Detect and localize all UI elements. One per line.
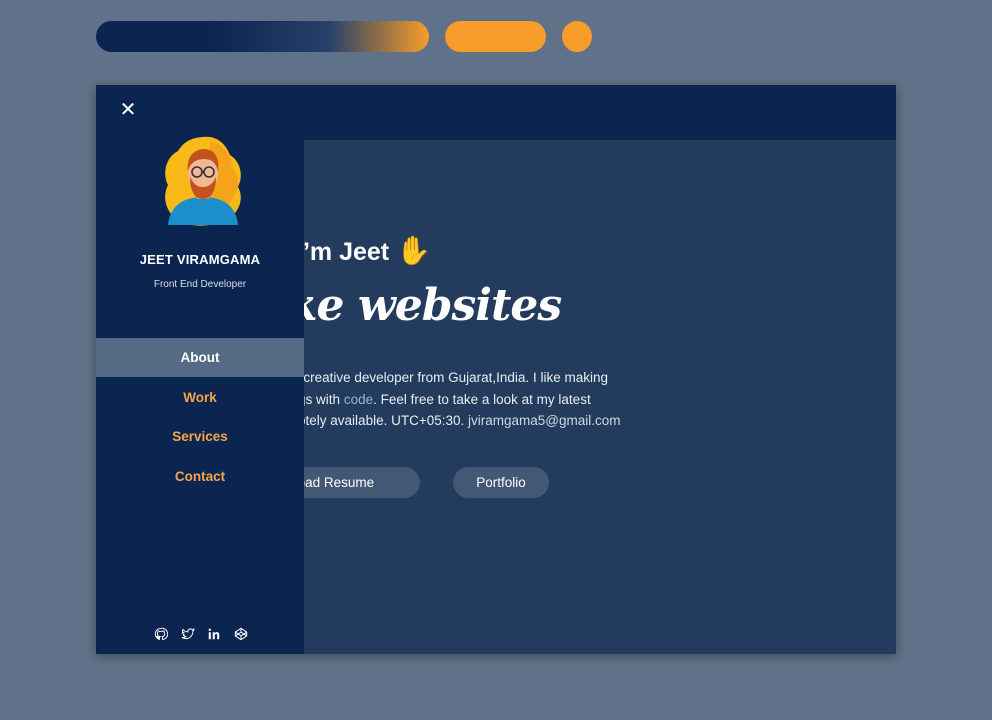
codepen-icon[interactable] <box>234 627 248 641</box>
sidebar-nav: About Work Services Contact <box>96 338 304 496</box>
decor-orange-dot <box>562 21 592 52</box>
code-link[interactable]: code <box>344 392 373 407</box>
email-link[interactable]: jviramgama5@gmail.com <box>468 413 621 428</box>
avatar <box>165 136 241 226</box>
twitter-icon[interactable] <box>181 627 195 641</box>
linkedin-icon[interactable] <box>207 627 221 641</box>
github-icon[interactable] <box>154 627 168 641</box>
sidebar: ✕ JEET VIRAMGAMA Front End Developer Abo… <box>96 85 304 654</box>
decor-gradient-pill <box>96 21 429 52</box>
browser-window: there, I’m Jeet ✋ make websites n indepe… <box>96 85 896 654</box>
profile-role: Front End Developer <box>153 279 247 290</box>
nav-item-about[interactable]: About <box>96 338 304 377</box>
profile-name: JEET VIRAMGAMA <box>139 252 261 267</box>
decor-orange-pill <box>445 21 546 52</box>
close-icon[interactable]: ✕ <box>118 100 138 120</box>
portfolio-button[interactable]: Portfolio <box>453 467 549 498</box>
waving-hand-icon: ✋ <box>396 235 431 266</box>
social-links <box>154 626 248 642</box>
nav-item-services[interactable]: Services <box>96 417 304 456</box>
headline-accent: websites <box>357 280 562 331</box>
nav-item-work[interactable]: Work <box>96 378 304 417</box>
nav-item-contact[interactable]: Contact <box>96 457 304 496</box>
